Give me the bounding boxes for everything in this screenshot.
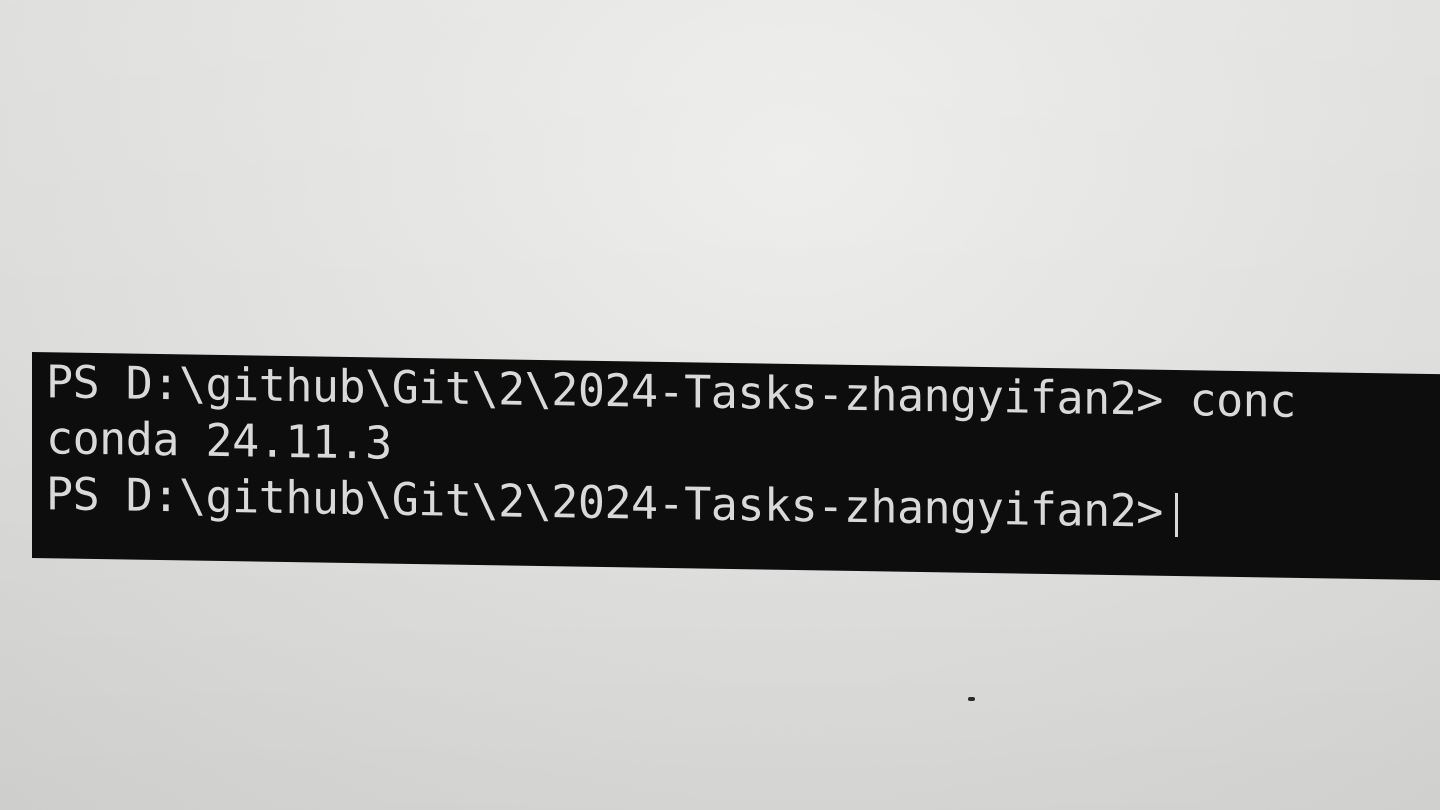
powershell-terminal[interactable]: PS D:\github\Git\2\2024-Tasks-zhangyifan…	[32, 352, 1440, 581]
command-text: conc	[1189, 373, 1296, 428]
screen-speck	[968, 697, 975, 701]
text-cursor	[1174, 492, 1178, 538]
output-text: conda 24.11.3	[46, 411, 392, 470]
terminal-line-2: conda 24.11.3	[46, 410, 392, 471]
terminal-line-3[interactable]: PS D:\github\Git\2\2024-Tasks-zhangyifan…	[46, 466, 1178, 540]
prompt-text: PS D:\github\Git\2\2024-Tasks-zhangyifan…	[46, 467, 1163, 538]
